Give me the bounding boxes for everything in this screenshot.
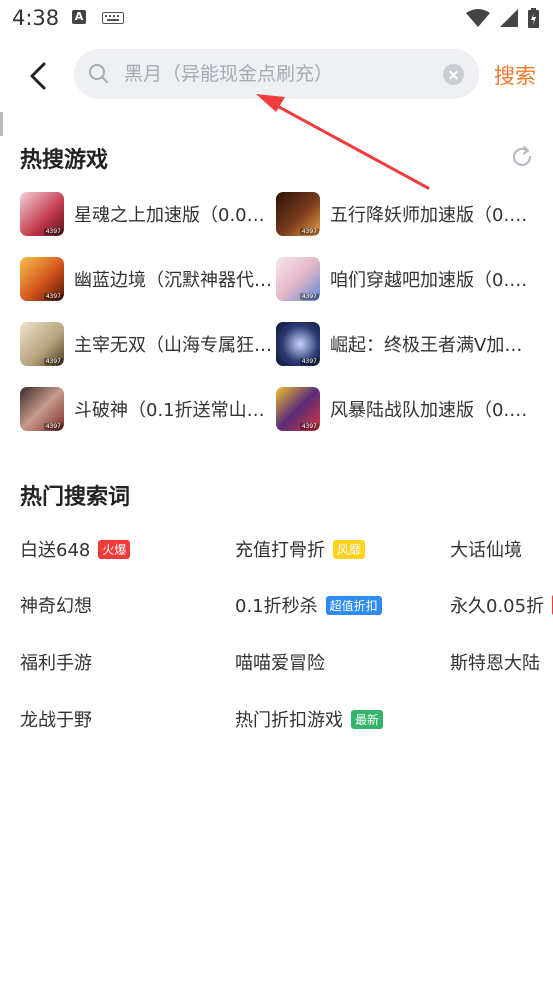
keyword-text: 斯特恩大陆 [450, 653, 540, 674]
keyword-item[interactable]: 神奇幻想 [20, 592, 92, 618]
game-icon [276, 387, 320, 431]
clear-search-icon[interactable] [443, 64, 464, 85]
keyword-item[interactable]: 龙战于野 [20, 706, 92, 732]
keyword-item[interactable]: 福利手游 [20, 649, 92, 675]
search-button[interactable]: 搜索 [494, 60, 536, 90]
search-header: 搜索 [0, 46, 553, 102]
keyword-text: 龙战于野 [20, 710, 92, 731]
game-item[interactable]: 五行降妖师加速版（0.1... [276, 192, 530, 238]
keyword-text: 神奇幻想 [20, 596, 92, 617]
keyword-text: 福利手游 [20, 653, 92, 674]
edge-marker [0, 112, 3, 136]
keyword-item[interactable]: 热门折扣游戏 最新 [235, 706, 384, 732]
game-name: 斗破神（0.1折送常山赵... [74, 400, 274, 421]
keyword-text: 充值打骨折 [235, 540, 325, 561]
keyword-tag: 火爆 [98, 540, 131, 559]
status-time: 4:38 [12, 6, 60, 30]
game-icon [20, 257, 64, 301]
game-name: 风暴陆战队加速版（0.1... [330, 400, 530, 421]
keyword-item[interactable]: 白送648 火爆 [20, 536, 131, 562]
game-icon [20, 322, 64, 366]
game-item[interactable]: 崛起：终极王者满V加速... [276, 322, 530, 368]
game-name: 咱们穿越吧加速版（0.1... [330, 270, 530, 291]
keyword-item[interactable]: 大话仙境 [450, 536, 522, 562]
game-item[interactable]: 斗破神（0.1折送常山赵... [20, 387, 274, 433]
keyword-item[interactable]: 充值打骨折 风靡 [235, 536, 366, 562]
battery-icon [528, 8, 539, 28]
signal-icon [500, 9, 518, 27]
game-name: 五行降妖师加速版（0.1... [330, 205, 530, 226]
game-name: 幽蓝边境（沉默神器代码... [74, 270, 274, 291]
game-icon [20, 192, 64, 236]
game-item[interactable]: 咱们穿越吧加速版（0.1... [276, 257, 530, 303]
keyboard-icon [102, 12, 124, 24]
hot-games-title: 热搜游戏 [20, 148, 109, 173]
keyword-text: 喵喵爱冒险 [235, 653, 325, 674]
game-icon [276, 192, 320, 236]
keyword-tag: 最新 [351, 710, 384, 729]
search-box[interactable] [74, 49, 479, 99]
game-icon [276, 257, 320, 301]
game-name: 主宰无双（山海专属狂暴... [74, 335, 274, 356]
game-name: 崛起：终极王者满V加速... [330, 335, 530, 356]
game-item[interactable]: 星魂之上加速版（0.05折... [20, 192, 274, 238]
keyword-tag: 风靡 [333, 540, 366, 559]
game-item[interactable]: 风暴陆战队加速版（0.1... [276, 387, 530, 433]
game-icon [276, 322, 320, 366]
keyword-text: 永久0.05折 [450, 596, 545, 617]
hot-keywords-title: 热门搜索词 [20, 485, 131, 510]
keyword-tag: 超值折扣 [325, 596, 382, 615]
game-item[interactable]: 幽蓝边境（沉默神器代码... [20, 257, 274, 303]
search-input[interactable] [124, 49, 434, 99]
wifi-icon [466, 9, 490, 27]
keyword-text: 热门折扣游戏 [235, 710, 343, 731]
text-input-notification-icon: A [72, 10, 86, 24]
back-arrow-icon[interactable] [22, 54, 58, 94]
game-name: 星魂之上加速版（0.05折... [74, 205, 274, 226]
keyword-item[interactable]: 0.1折秒杀 超值折扣 [235, 592, 382, 618]
keyword-item[interactable]: 永久0.05折 [450, 592, 553, 618]
keyword-item[interactable]: 喵喵爱冒险 [235, 649, 325, 675]
search-icon [89, 64, 108, 83]
keyword-text: 白送648 [20, 540, 91, 561]
keyword-text: 0.1折秒杀 [235, 596, 318, 617]
keyword-text: 大话仙境 [450, 540, 522, 561]
game-icon [20, 387, 64, 431]
game-item[interactable]: 主宰无双（山海专属狂暴... [20, 322, 274, 368]
refresh-icon[interactable] [509, 144, 535, 170]
status-bar: 4:38 A [0, 0, 553, 36]
keyword-item[interactable]: 斯特恩大陆 [450, 649, 540, 675]
